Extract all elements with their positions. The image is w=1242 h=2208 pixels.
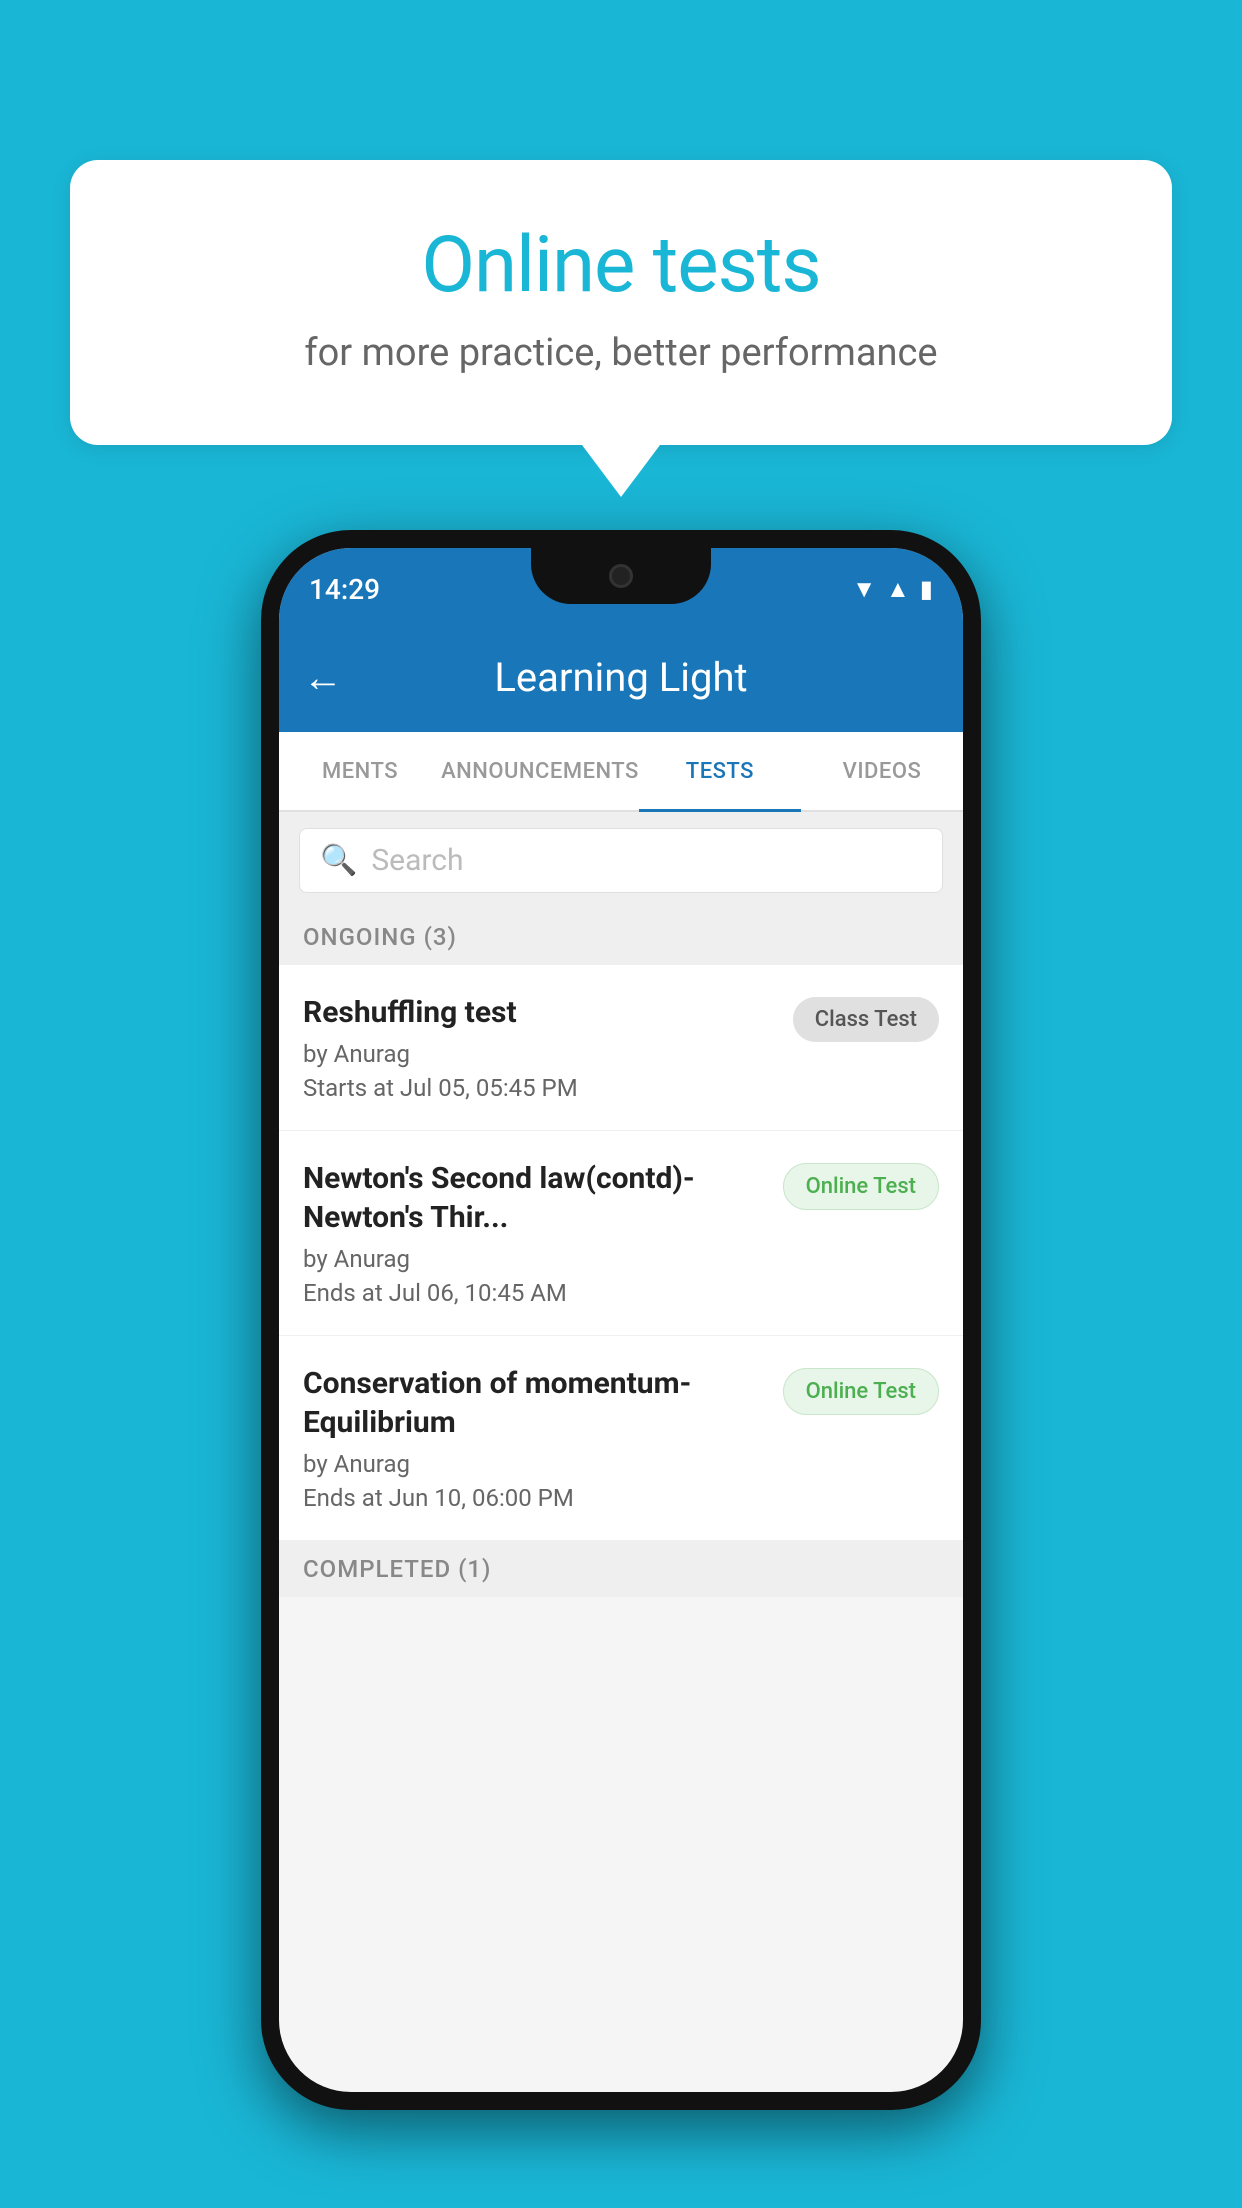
test-name-reshuffling: Reshuffling test: [303, 993, 781, 1032]
test-badge-conservation: Online Test: [783, 1368, 939, 1415]
test-item-newtons[interactable]: Newton's Second law(contd)-Newton's Thir…: [279, 1131, 963, 1336]
tab-videos[interactable]: VIDEOS: [801, 732, 963, 810]
back-button[interactable]: ←: [303, 654, 343, 701]
ongoing-label: ONGOING (3): [303, 923, 457, 951]
background: Online tests for more practice, better p…: [0, 0, 1242, 2208]
test-author-conservation: by Anurag: [303, 1450, 771, 1478]
test-time-conservation: Ends at Jun 10, 06:00 PM: [303, 1484, 771, 1512]
completed-label: COMPLETED (1): [303, 1555, 491, 1583]
status-icons: ▼ ▲ ▮: [852, 575, 933, 604]
search-container: 🔍 Search: [279, 812, 963, 909]
completed-section-header: COMPLETED (1): [279, 1541, 963, 1597]
speech-bubble: Online tests for more practice, better p…: [70, 160, 1172, 445]
test-info-reshuffling: Reshuffling test by Anurag Starts at Jul…: [303, 993, 781, 1102]
camera-dot: [609, 564, 633, 588]
search-icon: 🔍: [320, 843, 357, 878]
test-info-newtons: Newton's Second law(contd)-Newton's Thir…: [303, 1159, 771, 1307]
phone-notch: [531, 548, 711, 604]
test-time-newtons: Ends at Jul 06, 10:45 AM: [303, 1279, 771, 1307]
battery-icon: ▮: [920, 575, 933, 603]
speech-bubble-subtitle: for more practice, better performance: [150, 331, 1092, 375]
app-bar-title: Learning Light: [363, 654, 879, 701]
ongoing-section-header: ONGOING (3): [279, 909, 963, 965]
search-bar[interactable]: 🔍 Search: [299, 828, 943, 893]
phone-screen: 14:29 ▼ ▲ ▮ ← Learning Light MENTS: [279, 548, 963, 2092]
test-name-conservation: Conservation of momentum-Equilibrium: [303, 1364, 771, 1442]
app-bar: ← Learning Light: [279, 622, 963, 732]
tab-tests[interactable]: TESTS: [639, 732, 801, 810]
test-badge-reshuffling: Class Test: [793, 997, 939, 1042]
test-author-newtons: by Anurag: [303, 1245, 771, 1273]
status-time: 14:29: [309, 573, 380, 606]
phone-device: 14:29 ▼ ▲ ▮ ← Learning Light MENTS: [261, 530, 981, 2110]
speech-bubble-title: Online tests: [150, 220, 1092, 311]
test-item-reshuffling[interactable]: Reshuffling test by Anurag Starts at Jul…: [279, 965, 963, 1131]
test-time-reshuffling: Starts at Jul 05, 05:45 PM: [303, 1074, 781, 1102]
test-author-reshuffling: by Anurag: [303, 1040, 781, 1068]
test-list: Reshuffling test by Anurag Starts at Jul…: [279, 965, 963, 1541]
wifi-icon: ▼: [852, 575, 876, 604]
test-badge-newtons: Online Test: [783, 1163, 939, 1210]
search-placeholder: Search: [371, 843, 463, 878]
tab-bar: MENTS ANNOUNCEMENTS TESTS VIDEOS: [279, 732, 963, 812]
tab-announcements[interactable]: ANNOUNCEMENTS: [441, 732, 639, 810]
test-item-conservation[interactable]: Conservation of momentum-Equilibrium by …: [279, 1336, 963, 1541]
signal-icon: ▲: [886, 575, 910, 604]
tab-ments[interactable]: MENTS: [279, 732, 441, 810]
test-name-newtons: Newton's Second law(contd)-Newton's Thir…: [303, 1159, 771, 1237]
test-info-conservation: Conservation of momentum-Equilibrium by …: [303, 1364, 771, 1512]
